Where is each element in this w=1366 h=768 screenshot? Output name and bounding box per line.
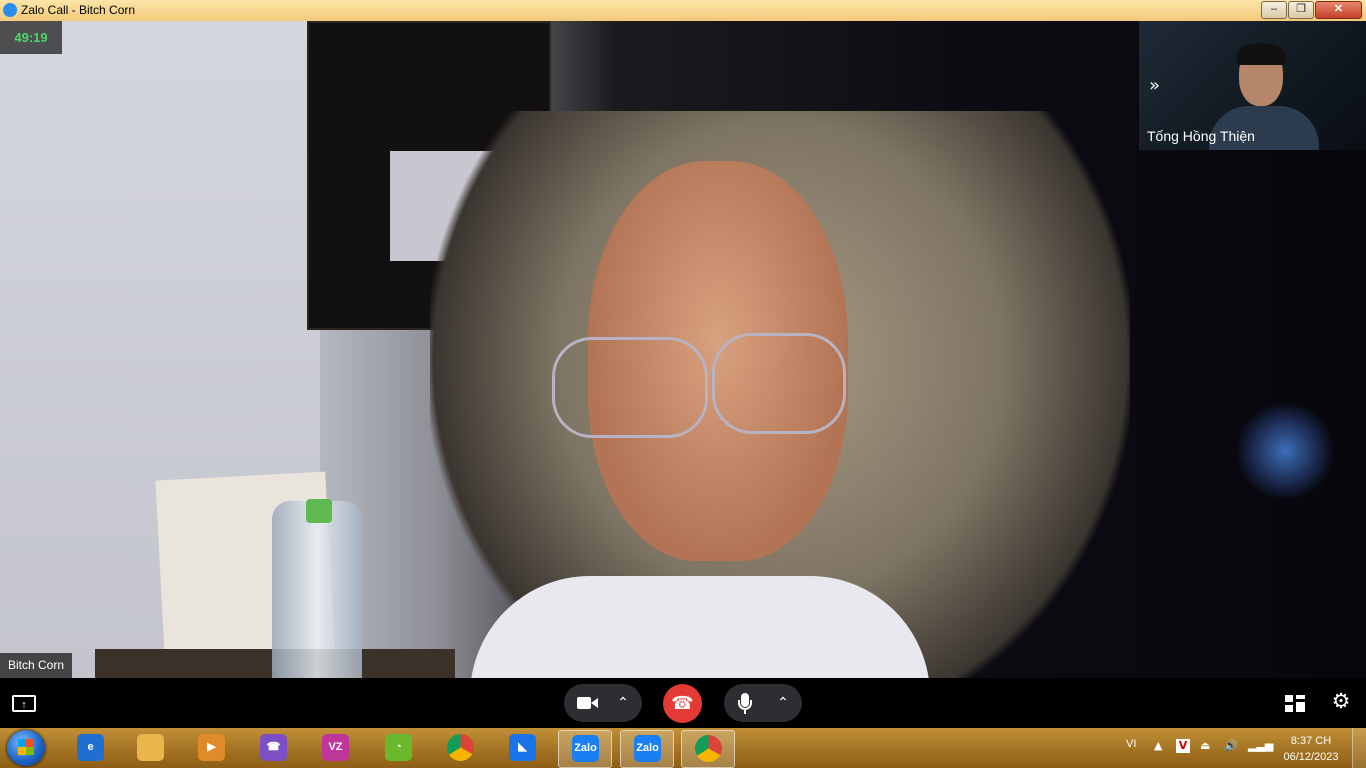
- taskbar-internet-explorer-button[interactable]: e: [64, 730, 116, 766]
- self-name-label: Tống Hồng Thiện: [1147, 128, 1255, 144]
- taskbar-viber-button[interactable]: ☎: [247, 730, 299, 766]
- call-timer: 49:19: [0, 21, 62, 54]
- self-view-pip[interactable]: » Tống Hồng Thiện: [1139, 21, 1366, 150]
- taskbar-vz-app-button[interactable]: VZ: [309, 730, 361, 766]
- camera-options-chevron-icon[interactable]: ⌃: [612, 692, 634, 714]
- system-clock[interactable]: 8:37 CH 06/12/2023: [1278, 733, 1344, 765]
- language-indicator[interactable]: VI: [1126, 738, 1136, 750]
- window-title: Zalo Call - Bitch Corn: [21, 3, 136, 17]
- taskbar-zalo-call-button[interactable]: Zalo: [620, 730, 674, 768]
- restore-button[interactable]: ❐: [1288, 1, 1314, 19]
- end-call-button[interactable]: ☎: [663, 684, 702, 723]
- remote-name-label: Bitch Corn: [0, 653, 73, 678]
- call-control-bar: ↑ ⌃ ☎ ⌃ ⚙: [0, 678, 1366, 728]
- microphone-control: ⌃: [724, 684, 802, 722]
- volume-icon[interactable]: 🔊: [1224, 739, 1238, 752]
- minimize-button[interactable]: –: [1261, 1, 1287, 19]
- coc-coc-icon: ◔: [385, 734, 412, 761]
- zalo-app-icon: [3, 3, 17, 17]
- clock-time: 8:37 CH: [1290, 735, 1332, 747]
- chrome-icon: [447, 734, 474, 761]
- generic-app-icon: ◣: [509, 734, 536, 761]
- start-button[interactable]: [7, 730, 45, 766]
- layout-grid-icon[interactable]: [1285, 695, 1305, 712]
- taskbar-coc-coc-button[interactable]: ◔: [372, 730, 424, 766]
- title-bar: Zalo Call - Bitch Corn – ❐ ✕: [0, 0, 1366, 21]
- vietnamese-ime-icon[interactable]: V: [1176, 739, 1190, 753]
- taskbar-file-explorer-button[interactable]: [124, 730, 176, 766]
- video-camera-icon[interactable]: [577, 697, 591, 709]
- file-explorer-icon: [137, 734, 164, 761]
- mic-options-chevron-icon[interactable]: ⌃: [772, 692, 794, 714]
- zalo-call-icon: Zalo: [634, 735, 661, 762]
- viber-icon: ☎: [260, 734, 287, 761]
- clock-date: 06/12/2023: [1283, 751, 1339, 763]
- taskbar-chrome-button[interactable]: [434, 730, 486, 766]
- media-player-icon: ▶: [198, 734, 225, 761]
- show-hidden-icons-icon[interactable]: ▲: [1154, 739, 1162, 752]
- close-button[interactable]: ✕: [1315, 1, 1362, 19]
- show-desktop-button[interactable]: [1352, 728, 1366, 768]
- windows-taskbar: e ▶ ☎ VZ ◔ ◣ Zalo Zalo VI ▲ V ⏏ 🔊 ▂▃▅ 8:37 CH 0…: [0, 728, 1366, 768]
- safely-remove-hardware-icon[interactable]: ⏏: [1200, 739, 1210, 752]
- screen-share-icon[interactable]: ↑: [12, 695, 36, 712]
- collapse-pip-icon[interactable]: »: [1149, 75, 1160, 96]
- chrome-profile-icon: [695, 735, 722, 762]
- taskbar-generic-app-button[interactable]: ◣: [496, 730, 548, 766]
- network-signal-icon[interactable]: ▂▃▅: [1248, 739, 1273, 752]
- vz-app-icon: VZ: [322, 734, 349, 761]
- taskbar-zalo-button[interactable]: Zalo: [558, 730, 612, 768]
- settings-gear-icon[interactable]: ⚙: [1330, 690, 1352, 712]
- zalo-icon: Zalo: [572, 735, 599, 762]
- internet-explorer-icon: e: [77, 734, 104, 761]
- taskbar-media-player-button[interactable]: ▶: [185, 730, 237, 766]
- windows-logo-icon: [18, 739, 34, 755]
- taskbar-chrome-profile-button[interactable]: [681, 730, 735, 768]
- camera-control: ⌃: [564, 684, 642, 722]
